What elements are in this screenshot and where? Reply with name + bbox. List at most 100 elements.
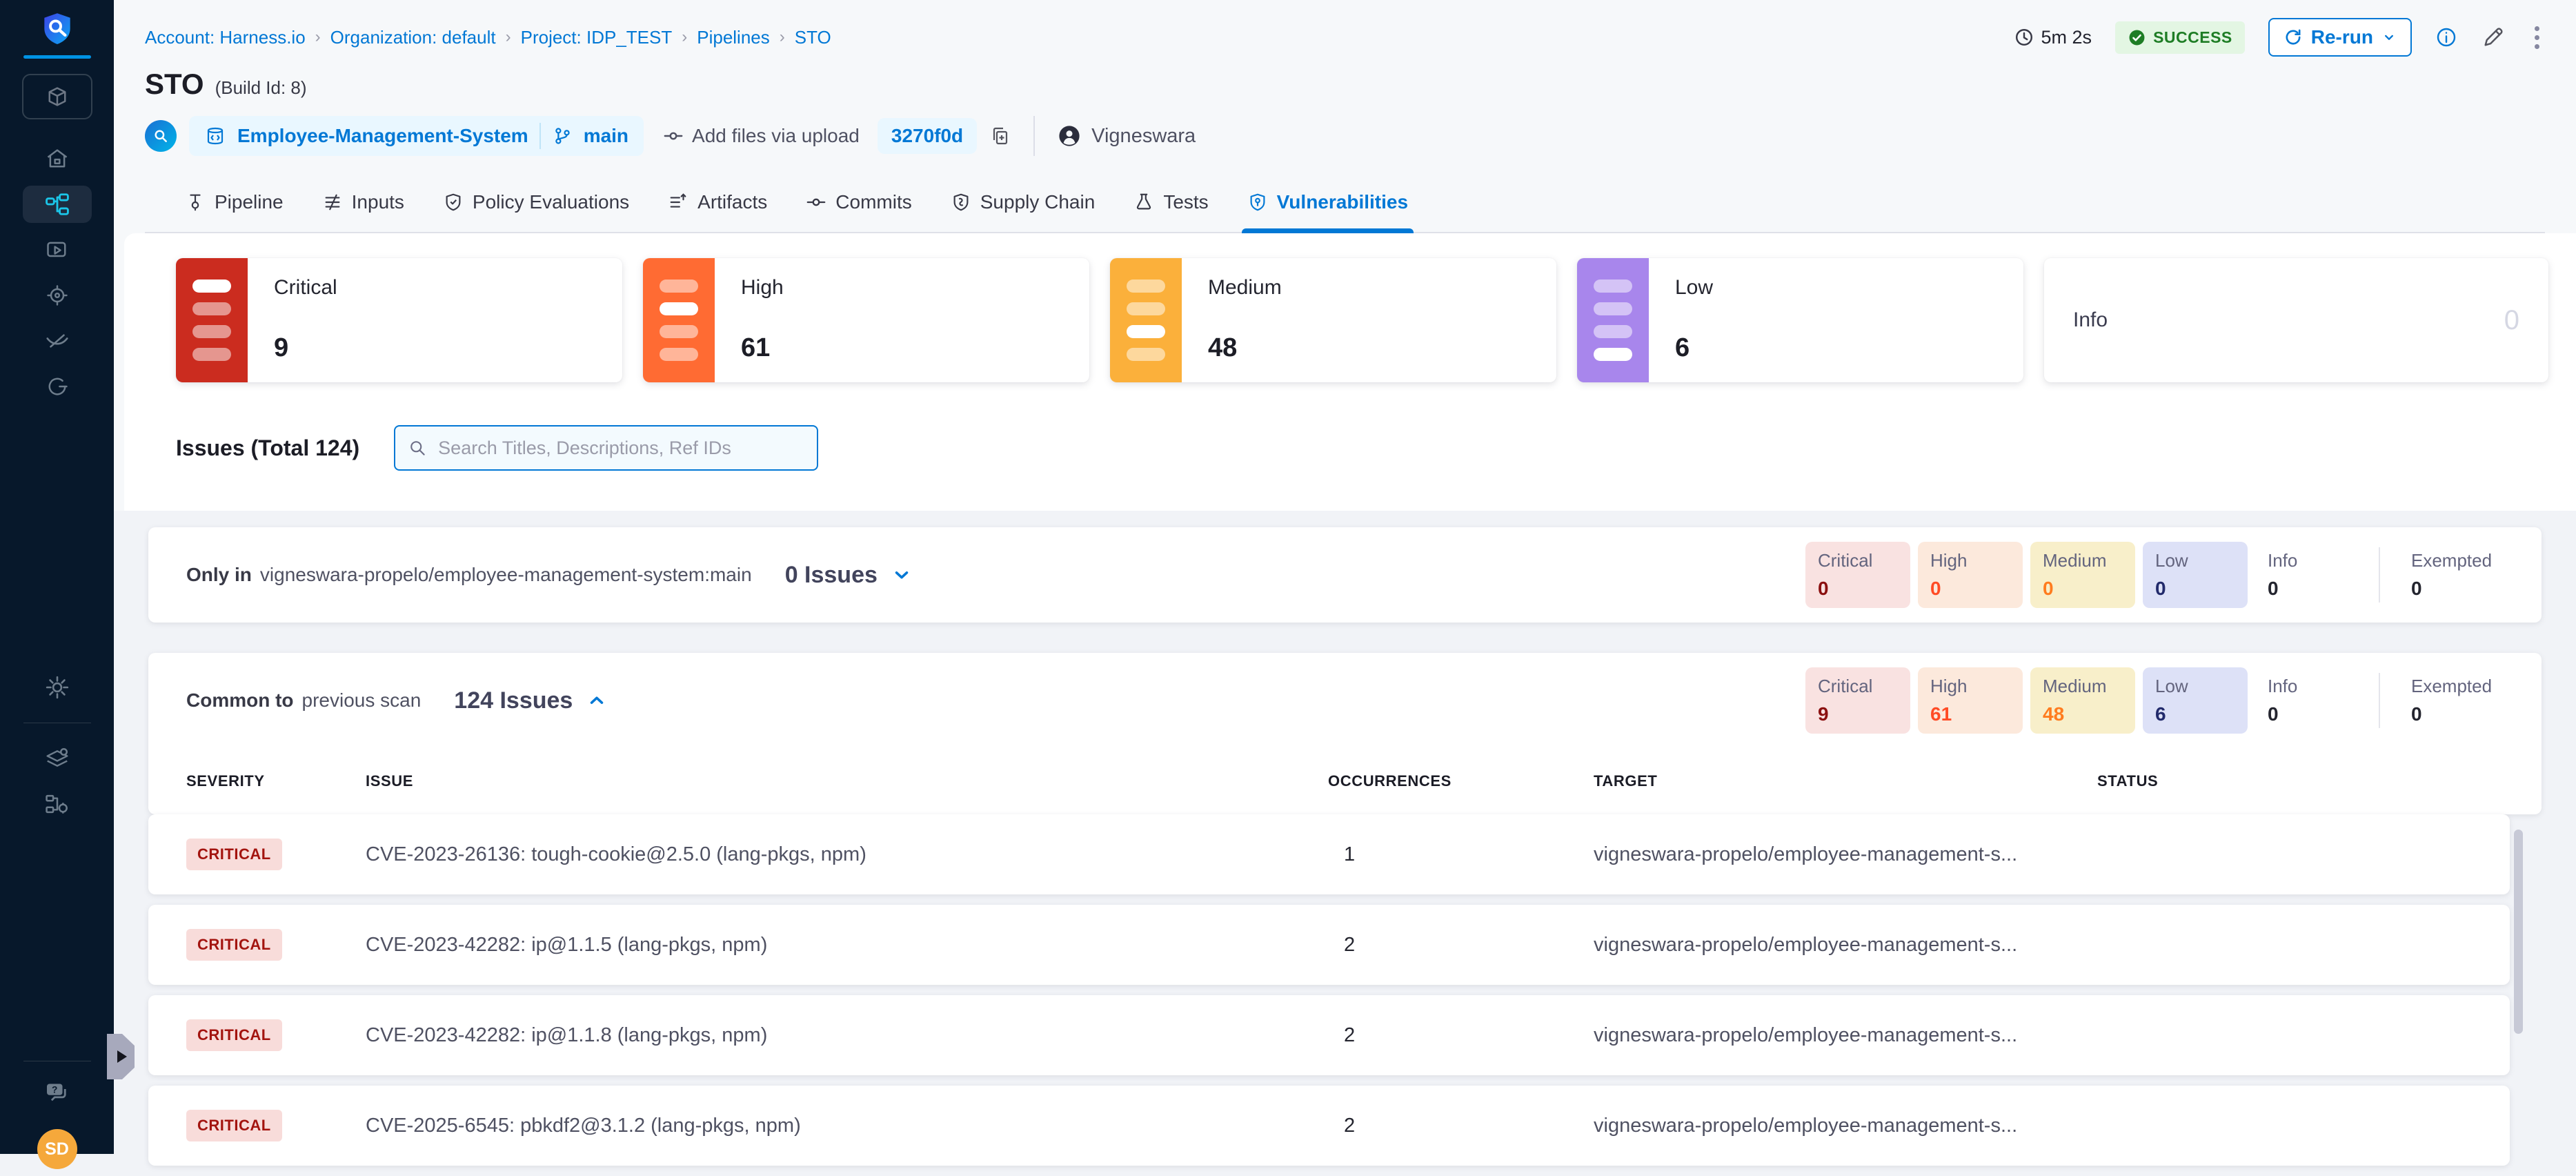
expand-section-button[interactable] xyxy=(890,563,913,587)
issue-title: CVE-2023-42282: ip@1.1.8 (lang-pkgs, npm… xyxy=(366,1024,1297,1047)
breadcrumb-current[interactable]: STO xyxy=(795,27,831,48)
sidebar-nav xyxy=(23,140,92,706)
commit-message-text: Add files via upload xyxy=(692,125,860,147)
breadcrumb-account[interactable]: Account: Harness.io xyxy=(145,27,306,48)
execution-info-button[interactable] xyxy=(2435,26,2457,48)
sidebar-item-executions[interactable] xyxy=(23,231,92,268)
chip-label: Critical xyxy=(1818,550,1910,571)
home-icon xyxy=(45,146,70,171)
column-status: STATUS xyxy=(2097,772,2504,790)
issue-row[interactable]: CRITICAL CVE-2023-42282: ip@1.1.5 (lang-… xyxy=(148,905,2510,985)
severity-card-label: Info xyxy=(2073,308,2108,332)
tab-label: Artifacts xyxy=(697,191,767,213)
collapse-section-button[interactable] xyxy=(585,689,608,712)
inputs-tab-icon xyxy=(322,192,343,213)
breadcrumb-project[interactable]: Project: IDP_TEST xyxy=(521,27,673,48)
chip-label: Critical xyxy=(1818,676,1910,697)
column-occurrences: OCCURRENCES xyxy=(1297,772,1594,790)
sidebar-settings-group xyxy=(23,740,92,823)
tab-supply-chain[interactable]: Supply Chain xyxy=(951,173,1096,232)
rerun-button[interactable]: Re-run xyxy=(2268,18,2412,57)
sidebar-item-home[interactable] xyxy=(23,140,92,177)
module-cube-icon xyxy=(45,84,70,109)
tab-tests[interactable]: Tests xyxy=(1133,173,1208,232)
chip-label: Medium xyxy=(2043,550,2135,571)
severity-card-info: Info 0 xyxy=(2044,258,2548,382)
severity-card-value: 48 xyxy=(1208,333,1556,363)
chip-label: Info xyxy=(2268,550,2360,571)
section-only-in: Only in vigneswara-propelo/employee-mana… xyxy=(148,527,2542,623)
tab-commits[interactable]: Commits xyxy=(806,173,911,232)
issue-row[interactable]: CRITICAL CVE-2023-42282: ip@1.1.8 (lang-… xyxy=(148,995,2510,1075)
chip-critical: Critical 9 xyxy=(1805,667,1910,734)
high-severity-bar-icon xyxy=(643,258,715,382)
user-avatar[interactable]: SD xyxy=(37,1129,77,1169)
tab-label: Tests xyxy=(1163,191,1208,213)
chip-value: 0 xyxy=(2411,703,2504,725)
tab-inputs[interactable]: Inputs xyxy=(322,173,404,232)
run-controls: 5m 2s SUCCESS Re-run xyxy=(2014,18,2545,57)
collapse-arrow-icon xyxy=(117,1050,127,1063)
breadcrumb-organization[interactable]: Organization: default xyxy=(330,27,496,48)
sidebar-item-targets[interactable] xyxy=(23,277,92,314)
git-commit-icon xyxy=(663,126,684,146)
pipeline-tab-icon xyxy=(185,192,206,213)
app-window: ? SD Account: Harness.io› Organization: … xyxy=(0,0,2576,1154)
commit-sha-pill[interactable]: 3270f0d xyxy=(878,118,977,154)
section-scope: previous scan xyxy=(302,689,422,712)
chip-value: 9 xyxy=(1818,703,1910,725)
breadcrumb-separator: › xyxy=(506,28,511,47)
caret-down-icon xyxy=(2381,30,2397,45)
policy-tab-icon xyxy=(443,192,464,213)
sidebar-item-test-targets[interactable] xyxy=(23,322,92,360)
chip-divider xyxy=(2379,547,2380,602)
sidebar-item-org-setup[interactable] xyxy=(23,785,92,823)
execution-header: Account: Harness.io › Organization: defau… xyxy=(114,0,2576,233)
sidebar-item-project-setup[interactable] xyxy=(23,740,92,777)
section-prefix: Only in xyxy=(186,564,252,586)
supply-chain-tab-icon xyxy=(951,192,971,213)
tab-label: Pipeline xyxy=(215,191,284,213)
breadcrumb-pipelines[interactable]: Pipelines xyxy=(697,27,770,48)
sidebar-item-pipelines[interactable] xyxy=(23,186,92,223)
tab-pipeline[interactable]: Pipeline xyxy=(185,173,284,232)
severity-card-low: Low 6 xyxy=(1577,258,2023,382)
author-name: Vigneswara xyxy=(1091,125,1196,148)
severity-card-label: High xyxy=(741,276,1089,300)
breadcrumb-separator: › xyxy=(315,28,321,47)
commit-message[interactable]: Add files via upload xyxy=(663,125,860,147)
tab-artifacts[interactable]: Artifacts xyxy=(668,173,767,232)
module-switcher-button[interactable] xyxy=(22,74,92,119)
tab-policy-evaluations[interactable]: Policy Evaluations xyxy=(443,173,629,232)
success-check-icon xyxy=(2128,28,2146,47)
issues-search-input[interactable] xyxy=(437,437,804,460)
chip-label: Low xyxy=(2155,676,2248,697)
sidebar-item-help[interactable]: ? xyxy=(23,1074,92,1111)
sidebar-item-getting-started[interactable] xyxy=(23,368,92,405)
tab-vulnerabilities[interactable]: Vulnerabilities xyxy=(1247,173,1408,232)
copy-icon xyxy=(989,125,1011,147)
eye-off-icon xyxy=(44,328,70,354)
table-scrollbar[interactable] xyxy=(2514,830,2523,1034)
issue-occurrences: 2 xyxy=(1297,1115,1594,1137)
commit-info-row: Employee-Management-System main Add file… xyxy=(145,116,2545,156)
chip-label: Exempted xyxy=(2411,676,2504,697)
issue-row[interactable]: CRITICAL CVE-2023-26136: tough-cookie@2.… xyxy=(148,814,2510,894)
duration-text: 5m 2s xyxy=(2041,27,2092,48)
repo-branch-pill[interactable]: Employee-Management-System main xyxy=(189,116,644,156)
section-issue-count: 0 Issues xyxy=(785,562,878,589)
more-options-button[interactable] xyxy=(2529,23,2545,52)
chip-value: 0 xyxy=(1818,578,1910,600)
status-text: SUCCESS xyxy=(2153,28,2232,47)
severity-card-value: 0 xyxy=(2504,305,2519,336)
edit-pipeline-button[interactable] xyxy=(2481,25,2506,50)
sidebar-item-settings[interactable] xyxy=(23,669,92,706)
chip-value: 6 xyxy=(2155,703,2248,725)
copy-sha-button[interactable] xyxy=(989,125,1011,147)
edit-pencil-icon xyxy=(2481,25,2506,50)
medium-severity-bar-icon xyxy=(1110,258,1182,382)
tab-label: Policy Evaluations xyxy=(473,191,629,213)
vertical-divider xyxy=(1033,116,1035,156)
severity-card-value: 6 xyxy=(1675,333,2023,363)
tab-label: Inputs xyxy=(352,191,404,213)
